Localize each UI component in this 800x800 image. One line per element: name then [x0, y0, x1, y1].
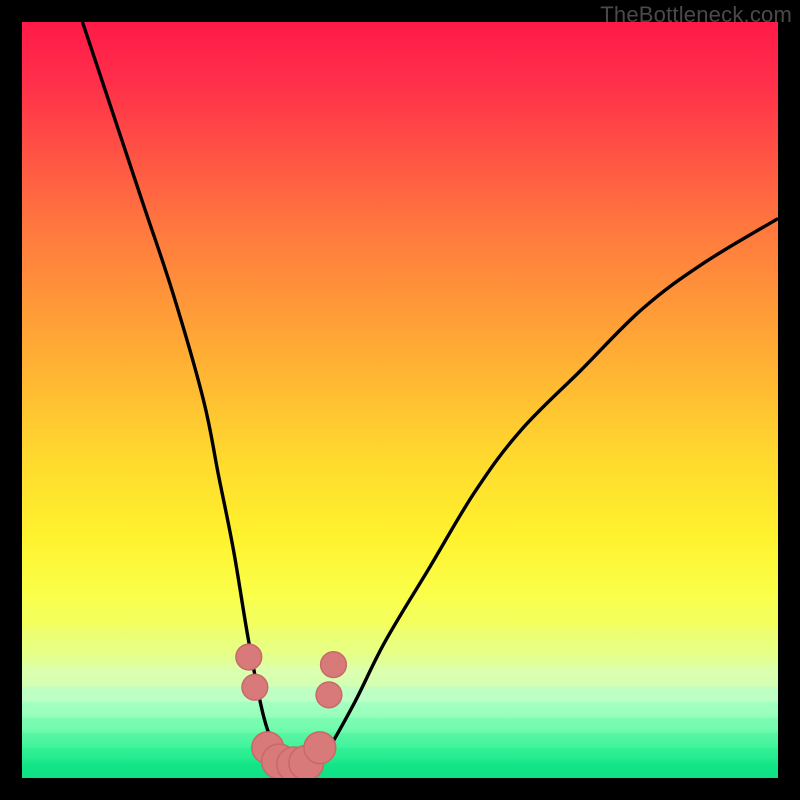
chart-svg [22, 22, 778, 778]
marker-point [236, 644, 262, 670]
marker-point [321, 652, 347, 678]
bottleneck-curve [82, 22, 778, 772]
marker-point [242, 674, 268, 700]
chart-frame [22, 22, 778, 778]
marker-point [316, 682, 342, 708]
highlight-markers [236, 644, 346, 778]
marker-point [304, 732, 336, 764]
